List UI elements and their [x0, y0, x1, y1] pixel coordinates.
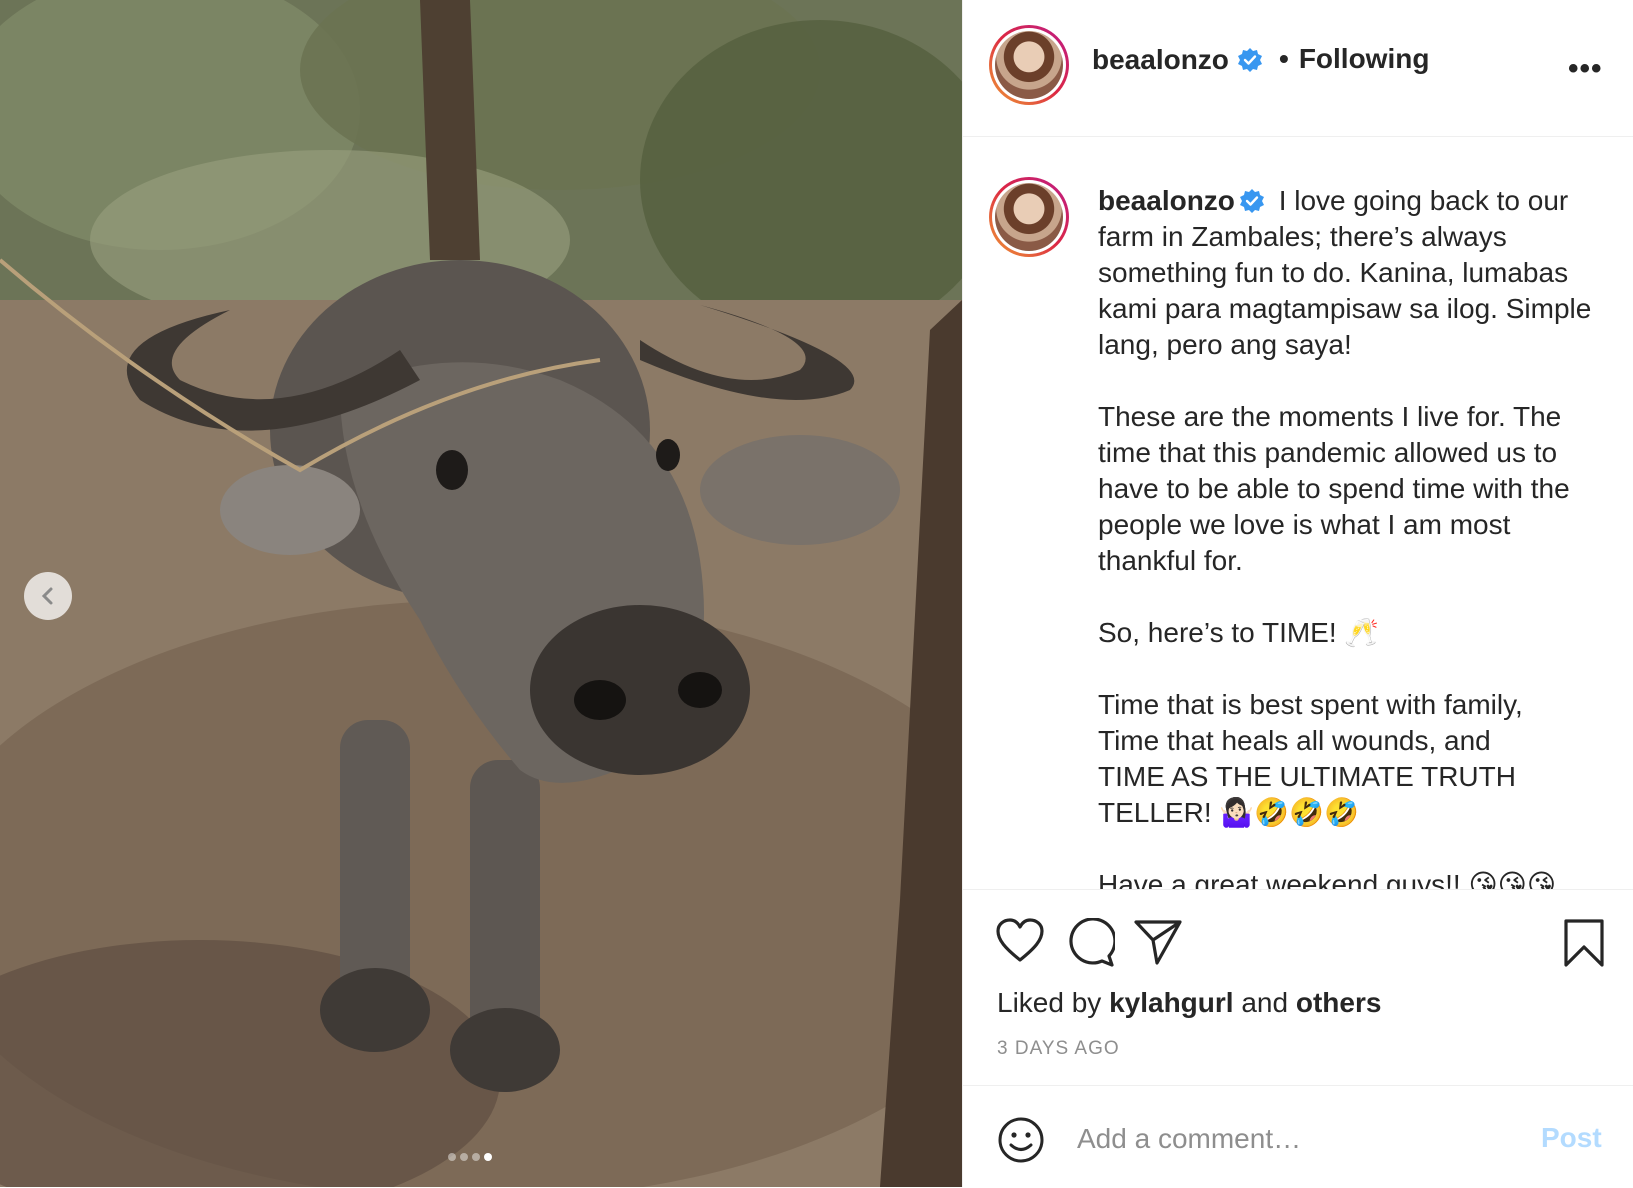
post-caption: beaalonzo I love going back to our farm …: [1098, 183, 1608, 890]
follow-separator: •: [1279, 43, 1289, 74]
post-comment-button[interactable]: Post: [1541, 1122, 1602, 1154]
carousel-dot: [460, 1153, 468, 1161]
carousel-prev-button[interactable]: [24, 572, 72, 620]
comment-bar: Post: [963, 1085, 1633, 1188]
comment-icon[interactable]: [1065, 918, 1115, 968]
caption-scroll-area[interactable]: beaalonzo I love going back to our farm …: [963, 137, 1633, 890]
liked-and: and: [1233, 987, 1296, 1018]
caption-username[interactable]: beaalonzo: [1098, 185, 1235, 216]
post-actions: Liked by kylahgurl and others 3 DAYS AGO: [963, 890, 1633, 1085]
post-date[interactable]: 3 DAYS AGO: [997, 1038, 1120, 1060]
avatar-image: [995, 31, 1063, 99]
liked-others-link[interactable]: others: [1296, 987, 1382, 1018]
heart-icon[interactable]: [995, 918, 1045, 964]
more-options-button[interactable]: •••: [1568, 52, 1603, 86]
carousel-dot: [472, 1153, 480, 1161]
bookmark-icon[interactable]: [1563, 918, 1605, 968]
liked-prefix: Liked by: [997, 987, 1110, 1018]
following-label: Following: [1298, 43, 1430, 74]
carousel-dot-active: [484, 1153, 492, 1161]
post-media[interactable]: [0, 0, 962, 1187]
username-link[interactable]: beaalonzo: [1092, 44, 1263, 76]
carousel-indicator: [448, 1153, 492, 1161]
chevron-left-icon: [41, 587, 53, 605]
comment-input[interactable]: [1075, 1116, 1519, 1162]
caption-avatar[interactable]: [989, 177, 1069, 257]
more-icon: •••: [1568, 52, 1603, 85]
likes-summary: Liked by kylahgurl and others: [997, 987, 1381, 1019]
following-button[interactable]: • Following: [1279, 43, 1429, 75]
post-photo-carabao: [0, 0, 962, 1187]
carousel-dot: [448, 1153, 456, 1161]
verified-badge-icon: [1237, 48, 1262, 72]
post-header: beaalonzo • Following •••: [963, 0, 1633, 137]
username-text: beaalonzo: [1092, 44, 1229, 75]
avatar-image: [995, 183, 1063, 251]
verified-badge-icon: [1239, 189, 1264, 213]
post-side-panel: beaalonzo • Following ••• beaalonzo I lov…: [962, 0, 1633, 1187]
caption-text: I love going back to our farm in Zambale…: [1098, 185, 1592, 890]
avatar[interactable]: [989, 25, 1069, 105]
emoji-icon[interactable]: [997, 1116, 1045, 1164]
share-icon[interactable]: [1133, 918, 1183, 966]
liked-user-link[interactable]: kylahgurl: [1109, 987, 1233, 1018]
